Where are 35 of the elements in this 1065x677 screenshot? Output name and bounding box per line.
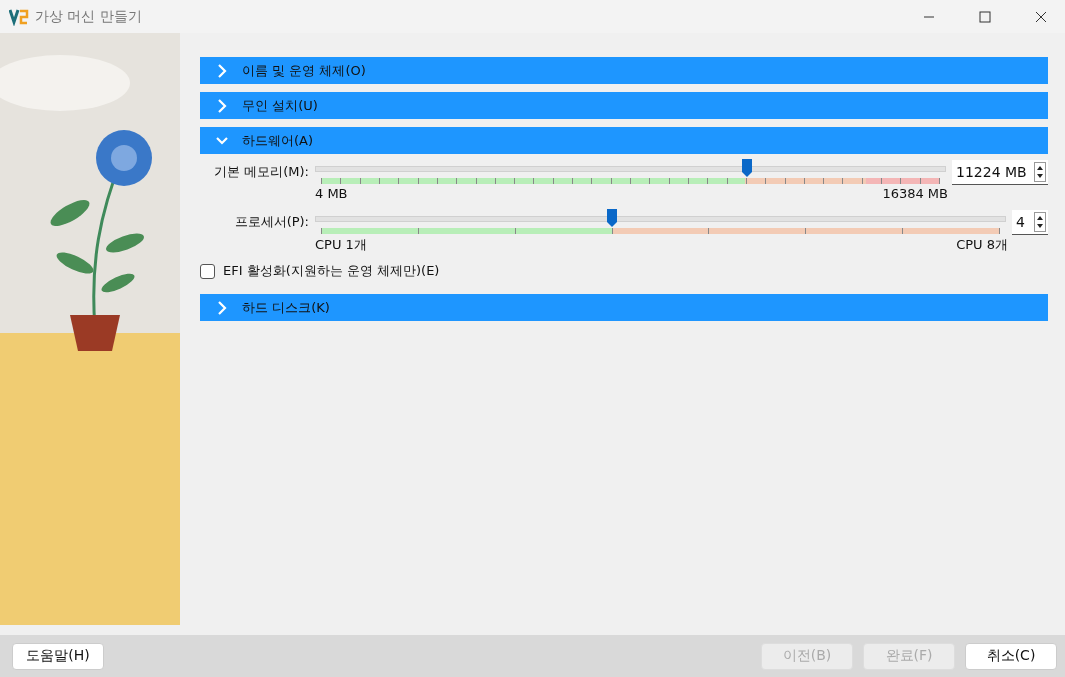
close-icon[interactable] — [1035, 10, 1047, 23]
efi-checkbox[interactable] — [200, 263, 215, 279]
section-header[interactable]: 하드웨어(A) — [200, 127, 1048, 154]
min-label: 4 MB — [315, 186, 348, 203]
min-label: CPU 1개 — [315, 236, 367, 254]
spin-arrows-icon[interactable] — [1034, 161, 1046, 182]
spin-box[interactable]: 11224 MB — [952, 159, 1048, 185]
spin-value: 4 — [1016, 213, 1025, 230]
chevron-icon — [216, 98, 228, 113]
slider-thumb[interactable] — [741, 158, 754, 178]
chevron-icon — [216, 300, 228, 315]
max-label: CPU 8개 — [956, 236, 1008, 254]
dialog-button[interactable]: 취소(C) — [965, 642, 1057, 670]
section-title: 하드 디스크(K) — [242, 298, 330, 317]
spin-value: 11224 MB — [956, 163, 1027, 180]
section-title: 하드웨어(A) — [242, 131, 314, 150]
efi-label: EFI 활성화(지원하는 운영 체제만)(E) — [223, 262, 440, 280]
slider-label: 기본 메모리(M): — [213, 163, 309, 181]
section-header[interactable]: 이름 및 운영 체제(O) — [200, 57, 1048, 84]
window-title: 가상 머신 만들기 — [35, 7, 142, 26]
spin-box[interactable]: 4 — [1012, 209, 1048, 235]
slider[interactable] — [315, 208, 1006, 236]
dialog-button[interactable]: 도움말(H) — [12, 642, 104, 670]
chevron-icon — [216, 63, 228, 78]
spin-arrows-icon[interactable] — [1034, 211, 1046, 232]
max-label: 16384 MB — [882, 186, 948, 203]
section-header[interactable]: 하드 디스크(K) — [200, 294, 1048, 321]
app-logo-icon — [9, 7, 29, 26]
maximize-icon[interactable] — [979, 10, 991, 23]
slider-label: 프로세서(P): — [233, 213, 309, 231]
section-header[interactable]: 무인 설치(U) — [200, 92, 1048, 119]
slider[interactable] — [315, 158, 946, 186]
slider-thumb[interactable] — [606, 208, 619, 228]
section-title: 무인 설치(U) — [242, 96, 318, 115]
section-title: 이름 및 운영 체제(O) — [242, 61, 366, 80]
